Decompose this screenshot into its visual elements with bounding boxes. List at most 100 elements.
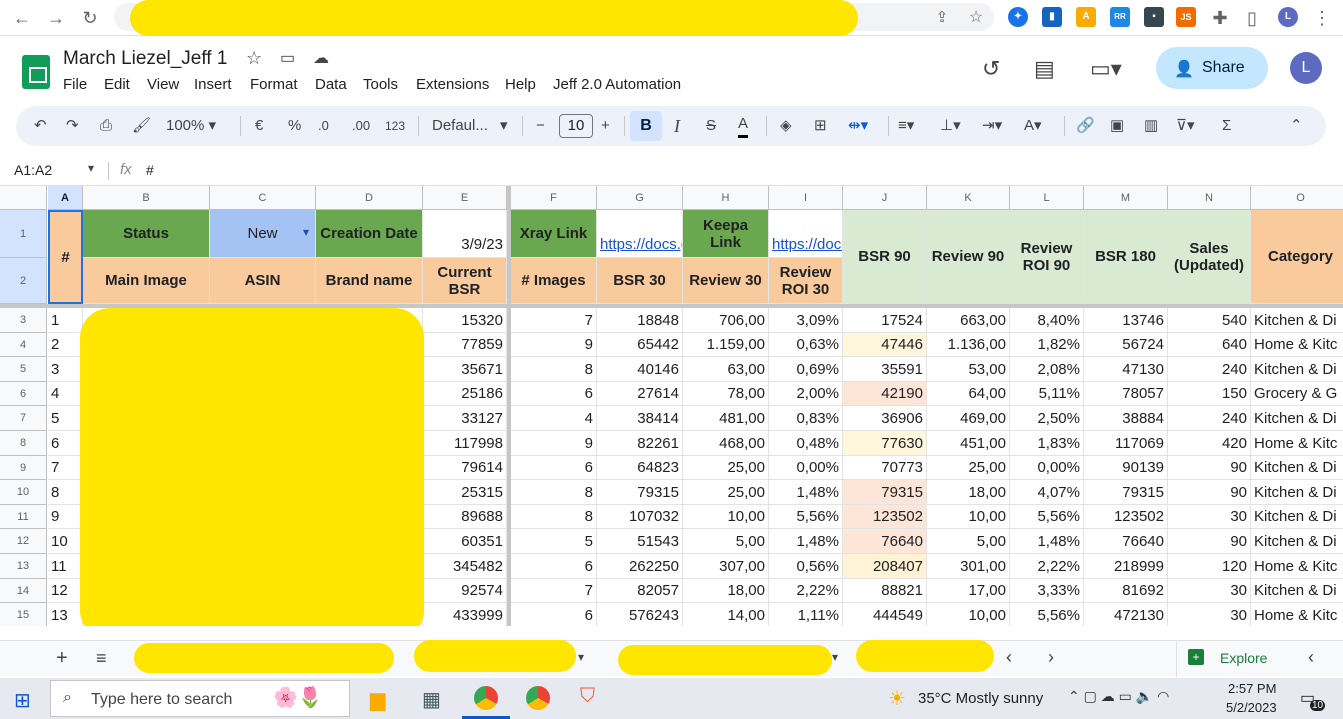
- table-cell[interactable]: Kitchen & Di: [1251, 456, 1343, 480]
- forward-icon[interactable]: →: [44, 6, 68, 30]
- table-cell[interactable]: 6: [511, 603, 597, 626]
- chevron-down-icon[interactable]: ▾: [832, 650, 838, 664]
- table-cell[interactable]: 9: [48, 505, 83, 529]
- comments-icon[interactable]: ▤: [1034, 56, 1055, 82]
- table-cell[interactable]: Kitchen & Di: [1251, 480, 1343, 505]
- table-cell[interactable]: 5: [511, 529, 597, 554]
- menu-extensions[interactable]: Extensions: [416, 76, 489, 93]
- all-sheets-icon[interactable]: ≡: [96, 648, 107, 669]
- table-cell[interactable]: 3: [48, 357, 83, 382]
- explore-icon[interactable]: +: [1188, 649, 1204, 665]
- table-cell[interactable]: 79315: [843, 480, 927, 505]
- filter-icon[interactable]: ⊽▾: [1176, 114, 1195, 138]
- table-cell[interactable]: Home & Kitc: [1251, 431, 1343, 456]
- table-cell[interactable]: 81692: [1084, 579, 1168, 603]
- table-cell[interactable]: 90139: [1084, 456, 1168, 480]
- table-cell[interactable]: 33127: [423, 406, 507, 431]
- column-header-k[interactable]: K: [927, 186, 1010, 210]
- table-cell[interactable]: 117998: [423, 431, 507, 456]
- table-cell[interactable]: 30: [1168, 579, 1251, 603]
- column-header-j[interactable]: J: [843, 186, 927, 210]
- table-cell[interactable]: 25,00: [927, 456, 1010, 480]
- table-cell[interactable]: 8: [511, 480, 597, 505]
- menu-view[interactable]: View: [147, 76, 179, 93]
- table-cell[interactable]: 6: [48, 431, 83, 456]
- paint-format-icon[interactable]: 🖌: [132, 114, 151, 138]
- column-header-m[interactable]: M: [1084, 186, 1168, 210]
- table-cell[interactable]: 76640: [843, 529, 927, 554]
- column-header-a[interactable]: A: [48, 186, 83, 210]
- extension-icon[interactable]: ✦: [1008, 7, 1028, 27]
- insert-chart-icon[interactable]: ▥: [1144, 114, 1158, 138]
- chrome-profile-icon[interactable]: [474, 686, 498, 710]
- table-cell[interactable]: 63,00: [683, 357, 769, 382]
- header-cell-b[interactable]: Status: [83, 210, 210, 258]
- table-cell[interactable]: 10,00: [927, 505, 1010, 529]
- table-cell[interactable]: 5,11%: [1010, 382, 1084, 406]
- table-cell[interactable]: 2,00%: [769, 382, 843, 406]
- menu-jeff-2-0-automation[interactable]: Jeff 2.0 Automation: [553, 76, 681, 93]
- header-cell-e[interactable]: 3/9/23: [423, 210, 507, 258]
- table-cell[interactable]: 0,00%: [1010, 456, 1084, 480]
- table-cell[interactable]: 420: [1168, 431, 1251, 456]
- text-rotation-icon[interactable]: A▾: [1024, 114, 1042, 138]
- reload-icon[interactable]: ↻: [78, 6, 102, 30]
- extension-icon[interactable]: A: [1076, 7, 1096, 27]
- text-wrapping-icon[interactable]: ⇥▾: [982, 114, 1002, 138]
- table-cell[interactable]: 2: [48, 333, 83, 357]
- table-cell[interactable]: 1: [48, 308, 83, 333]
- column-header-o[interactable]: O: [1251, 186, 1343, 210]
- table-cell[interactable]: 4: [511, 406, 597, 431]
- table-cell[interactable]: 120: [1168, 554, 1251, 579]
- puzzle-extensions-icon[interactable]: ✚: [1208, 6, 1232, 30]
- fill-color-icon[interactable]: ◈: [780, 114, 792, 138]
- table-cell[interactable]: 79315: [1084, 480, 1168, 505]
- menu-data[interactable]: Data: [315, 76, 347, 93]
- table-cell[interactable]: 433999: [423, 603, 507, 626]
- column-header-c[interactable]: C: [210, 186, 316, 210]
- table-cell[interactable]: 576243: [597, 603, 683, 626]
- column-header-i[interactable]: I: [769, 186, 843, 210]
- redo-icon[interactable]: ↷: [66, 114, 79, 138]
- header-cell-d[interactable]: Creation Date: [316, 210, 423, 258]
- text-color-button[interactable]: A: [738, 114, 749, 138]
- extension-icon[interactable]: ▪: [1144, 7, 1164, 27]
- font-size-decrease-button[interactable]: −: [536, 114, 545, 138]
- table-cell[interactable]: 77859: [423, 333, 507, 357]
- table-cell[interactable]: 18848: [597, 308, 683, 333]
- table-cell[interactable]: 1,82%: [1010, 333, 1084, 357]
- table-cell[interactable]: 444549: [843, 603, 927, 626]
- brave-browser-icon[interactable]: ⛉: [580, 685, 595, 708]
- functions-icon[interactable]: Σ: [1222, 114, 1231, 138]
- header-cell-c[interactable]: ASIN: [210, 258, 316, 304]
- add-sheet-button[interactable]: +: [56, 647, 68, 670]
- table-cell[interactable]: Kitchen & Di: [1251, 357, 1343, 382]
- zoom-select[interactable]: 100% ▾: [166, 114, 216, 138]
- header-cell-f[interactable]: # Images: [511, 258, 597, 304]
- table-cell[interactable]: 8: [511, 505, 597, 529]
- file-explorer-icon[interactable]: ▆: [370, 687, 385, 712]
- table-cell[interactable]: 1.136,00: [927, 333, 1010, 357]
- table-cell[interactable]: 1,48%: [769, 480, 843, 505]
- document-title[interactable]: March Liezel_Jeff 1: [63, 48, 227, 70]
- table-cell[interactable]: 4: [48, 382, 83, 406]
- table-cell[interactable]: 30: [1168, 505, 1251, 529]
- table-cell[interactable]: 8,40%: [1010, 308, 1084, 333]
- table-cell[interactable]: 78,00: [683, 382, 769, 406]
- more-menu-icon[interactable]: ⋮: [1310, 6, 1334, 30]
- row-header[interactable]: 4: [0, 333, 47, 357]
- table-cell[interactable]: 0,69%: [769, 357, 843, 382]
- row-header[interactable]: 10: [0, 480, 47, 505]
- table-cell[interactable]: 5: [48, 406, 83, 431]
- scroll-tabs-left-icon[interactable]: ‹: [1006, 647, 1012, 668]
- table-cell[interactable]: 451,00: [927, 431, 1010, 456]
- header-cell-n[interactable]: Sales (Updated): [1168, 210, 1251, 304]
- row-header[interactable]: 2: [0, 258, 47, 304]
- table-cell[interactable]: 6: [511, 382, 597, 406]
- table-cell[interactable]: 14,00: [683, 603, 769, 626]
- table-cell[interactable]: 150: [1168, 382, 1251, 406]
- insert-link-icon[interactable]: 🔗: [1076, 114, 1095, 138]
- table-cell[interactable]: 51543: [597, 529, 683, 554]
- back-icon[interactable]: ←: [10, 6, 34, 30]
- italic-button[interactable]: I: [674, 114, 680, 138]
